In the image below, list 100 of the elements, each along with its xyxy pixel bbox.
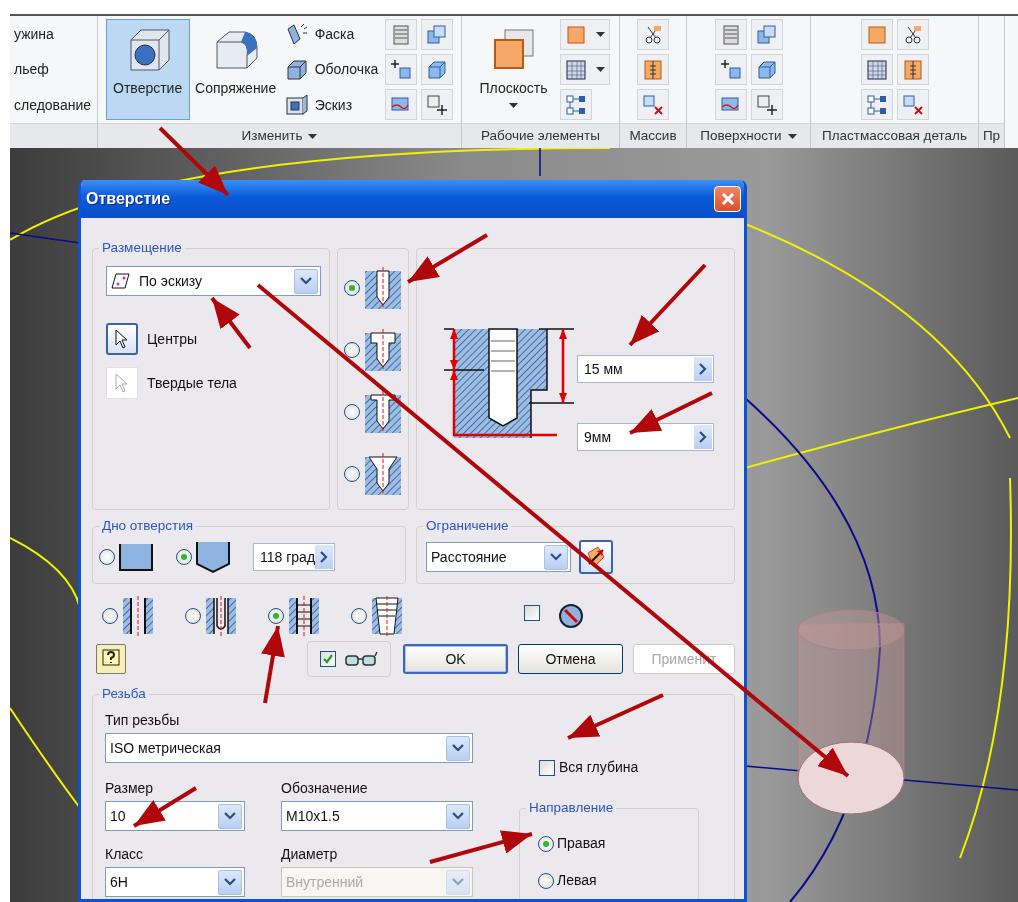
checkbox[interactable] xyxy=(524,605,540,622)
help-button[interactable] xyxy=(96,644,126,674)
ribbon-button[interactable]: Эскиз xyxy=(281,90,382,120)
close-button[interactable] xyxy=(714,186,741,212)
ribbon-button[interactable] xyxy=(750,54,783,85)
caret-icon xyxy=(308,133,318,139)
caret-icon xyxy=(595,32,605,37)
hole-section-icon xyxy=(363,453,403,495)
grid-icon xyxy=(564,57,589,82)
ribbon-button[interactable] xyxy=(637,89,669,120)
annotation-arrow xyxy=(210,296,252,350)
ribbon-button[interactable] xyxy=(421,89,454,120)
copy-icon xyxy=(754,22,779,47)
split-button[interactable] xyxy=(559,19,610,50)
cursor-icon xyxy=(115,373,129,393)
field-label: Тип резьбы xyxy=(105,711,180,729)
chevron-right-icon xyxy=(699,431,707,443)
dialog-button[interactable]: OK xyxy=(403,644,508,674)
hole-section-icon xyxy=(121,596,155,636)
dropdown[interactable]: 6H xyxy=(105,867,245,897)
checkbox[interactable] xyxy=(320,651,336,667)
move-icon xyxy=(389,57,414,82)
radio-button[interactable] xyxy=(102,608,118,624)
ribbon-button[interactable]: Оболочка xyxy=(281,54,382,85)
dropdown[interactable]: По эскизу xyxy=(106,266,321,296)
dropdown[interactable]: ISO метрическая xyxy=(105,733,473,763)
box-move-icon xyxy=(754,92,779,117)
dialog-button[interactable]: Отмена xyxy=(518,644,623,674)
chevron-down-icon xyxy=(224,812,236,820)
radio-button[interactable] xyxy=(351,608,367,624)
ribbon-button[interactable] xyxy=(637,19,669,50)
dropdown: Внутренний xyxy=(281,867,473,897)
option-label: Центры xyxy=(147,329,198,349)
ribbon-button[interactable] xyxy=(860,89,893,120)
ribbon-button[interactable] xyxy=(637,54,669,85)
grid-icon xyxy=(864,57,889,82)
close-icon xyxy=(720,192,735,206)
field-label: Класс xyxy=(105,845,144,863)
ribbon-button[interactable] xyxy=(385,54,418,85)
radio-button[interactable] xyxy=(344,466,360,482)
radio-button[interactable] xyxy=(344,404,360,420)
ribbon-button[interactable] xyxy=(714,54,747,85)
ribbon-button[interactable] xyxy=(896,19,929,50)
panel-title[interactable]: Поверхности xyxy=(700,125,782,147)
chevron-down-icon xyxy=(224,878,236,886)
box-move-icon xyxy=(425,92,450,117)
nodes-icon xyxy=(864,92,889,117)
sketch-icon xyxy=(111,272,131,290)
radio-button[interactable] xyxy=(538,872,554,889)
checkbox-label: Вся глубина xyxy=(559,758,639,777)
nodes-icon xyxy=(563,92,588,117)
move-icon xyxy=(718,57,743,82)
ribbon-button[interactable]: ужина xyxy=(13,19,92,49)
dropdown[interactable]: Расстояние xyxy=(426,542,571,572)
panel-title[interactable]: Пр xyxy=(982,125,1001,147)
radio-button[interactable] xyxy=(99,549,115,565)
input-field[interactable]: 15 мм xyxy=(577,355,714,383)
radio-button[interactable] xyxy=(344,280,360,296)
ribbon-button[interactable]: льеф xyxy=(13,54,92,85)
ribbon-button[interactable]: Плоскость xyxy=(471,19,556,120)
split-button[interactable] xyxy=(559,54,610,85)
dropdown[interactable]: 10 xyxy=(105,801,245,831)
ribbon-button[interactable] xyxy=(385,89,418,120)
ribbon-button[interactable] xyxy=(896,89,929,120)
ribbon-button[interactable] xyxy=(750,89,783,120)
ribbon-button[interactable] xyxy=(559,89,592,120)
ribbon-button[interactable]: следование xyxy=(13,90,92,120)
dropdown[interactable]: M10x1.5 xyxy=(281,801,473,831)
ribbon-button[interactable]: Отверстие xyxy=(105,19,190,120)
caret-icon xyxy=(787,133,797,139)
sketch-icon xyxy=(284,23,309,45)
checkbox[interactable] xyxy=(539,759,555,776)
panel-title[interactable]: Изменить xyxy=(241,125,303,147)
ribbon-button[interactable] xyxy=(421,19,454,50)
ribbon-button[interactable] xyxy=(714,89,747,120)
panel-title[interactable]: Массив xyxy=(629,125,677,147)
hole-section-icon xyxy=(204,596,238,636)
dialog-title: Отверстие xyxy=(86,189,171,209)
radio-button[interactable] xyxy=(344,342,360,358)
radio-button[interactable] xyxy=(538,835,554,852)
chevron-down-icon xyxy=(300,277,312,285)
radio-button[interactable] xyxy=(185,608,201,624)
input-field[interactable]: 118 град xyxy=(253,543,336,571)
panel-title[interactable]: Пластмассовая деталь xyxy=(822,125,967,147)
select-button[interactable] xyxy=(106,323,138,355)
radio-button[interactable] xyxy=(176,549,192,565)
ribbon-button[interactable] xyxy=(421,54,454,85)
hole-section-icon xyxy=(363,329,403,371)
cursor-icon xyxy=(115,329,129,349)
ribbon-button[interactable] xyxy=(860,54,893,85)
delete-icon xyxy=(900,92,925,117)
ribbon-button[interactable]: Фаска xyxy=(281,19,382,49)
panel-title[interactable]: Рабочие элементы xyxy=(481,125,600,147)
input-field[interactable]: 9мм xyxy=(577,423,714,451)
ribbon-button[interactable]: Сопряжение xyxy=(193,19,278,120)
chevron-right-icon xyxy=(320,551,329,563)
ribbon-button[interactable] xyxy=(750,19,783,50)
radio-button[interactable] xyxy=(268,608,284,624)
ribbon-button[interactable] xyxy=(896,54,929,85)
no-entry-icon xyxy=(558,603,584,629)
